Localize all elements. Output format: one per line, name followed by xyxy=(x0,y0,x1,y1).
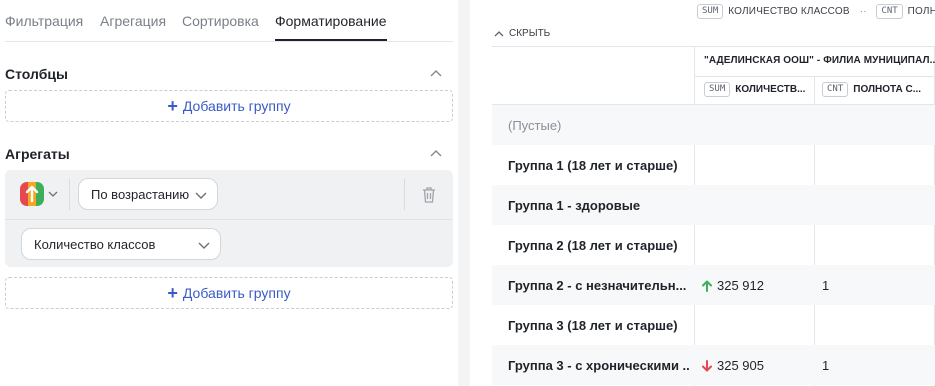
add-column-group-button[interactable]: + Добавить группу xyxy=(5,90,453,122)
tab-aggregation[interactable]: Агрегация xyxy=(100,13,166,29)
sum-cell: 325 905 xyxy=(702,358,764,373)
measure-select[interactable]: Количество классов xyxy=(21,228,221,260)
measure-label: КОЛИЧЕСТВО КЛАССОВ xyxy=(728,6,850,17)
arrow-up-icon xyxy=(702,280,712,292)
cnt-badge: CNT xyxy=(822,82,849,97)
hide-label: СКРЫТЬ xyxy=(509,28,551,39)
settings-tabs: Фильтрация Агрегация Сортировка Форматир… xyxy=(5,0,453,42)
cnt-badge: CNT xyxy=(876,4,903,19)
tab-sorting[interactable]: Сортировка xyxy=(182,13,259,29)
row-label: Группа 3 - с хроническими ... xyxy=(508,358,690,373)
measure-value: Количество классов xyxy=(34,236,156,252)
divider xyxy=(5,219,453,220)
chevron-up-icon xyxy=(494,30,504,36)
table-row[interactable]: Группа 2 (18 лет и старше) xyxy=(492,225,935,265)
settings-panel: Фильтрация Агрегация Сортировка Форматир… xyxy=(0,0,458,386)
pivot-table-preview: SUM КОЛИЧЕСТВО КЛАССОВ ·· CNT ПОЛН СКРЫТ… xyxy=(470,0,935,386)
cnt-value: 1 xyxy=(822,278,830,293)
row-label: Группа 3 (18 лет и старше) xyxy=(508,318,678,333)
sum-badge: SUM xyxy=(697,4,724,19)
table-row[interactable]: Группа 1 - здоровые xyxy=(492,185,935,225)
sum-badge: SUM xyxy=(704,82,731,97)
sum-value: 325 905 xyxy=(717,358,764,373)
chevron-down-icon xyxy=(195,192,207,199)
aggregate-rule-card: По возрастанию Количество классов xyxy=(5,170,453,267)
measure-label: ПОЛН xyxy=(907,6,935,17)
chevron-up-icon[interactable] xyxy=(429,147,443,161)
table-border xyxy=(492,46,935,47)
color-scheme-picker[interactable] xyxy=(19,182,59,206)
columns-section-title: Столбцы xyxy=(5,66,68,82)
column-header-label: ПОЛНОТА С... xyxy=(853,84,922,95)
tab-formatting[interactable]: Форматирование xyxy=(275,13,387,29)
color-scale-icon xyxy=(20,182,44,206)
row-label: Группа 1 - здоровые xyxy=(508,198,641,213)
table-row[interactable]: Группа 3 - с хроническими ... 325 905 1 xyxy=(492,345,935,385)
row-label: Группа 1 (18 лет и старше) xyxy=(508,158,678,173)
measures-bar: SUM КОЛИЧЕСТВО КЛАССОВ ·· CNT ПОЛН xyxy=(697,4,935,19)
table-row[interactable]: (Пустые) xyxy=(492,105,935,145)
row-label: (Пустые) xyxy=(508,118,562,133)
plus-icon: + xyxy=(167,283,178,303)
chevron-down-icon xyxy=(198,242,210,249)
sort-direction-select[interactable]: По возрастанию xyxy=(78,178,218,210)
column-header-sum[interactable]: SUM КОЛИЧЕСТВ... xyxy=(704,82,805,97)
row-label: Группа 2 - с незначительн... xyxy=(508,278,687,293)
chevron-up-icon[interactable] xyxy=(429,67,443,81)
add-group-label: Добавить группу xyxy=(182,285,291,301)
cnt-value: 1 xyxy=(822,358,830,373)
chevron-down-icon xyxy=(48,191,58,197)
row-label: Группа 2 (18 лет и старше) xyxy=(508,238,678,253)
add-aggregate-group-button[interactable]: + Добавить группу xyxy=(5,277,453,309)
plus-icon: + xyxy=(167,96,178,116)
sum-value: 325 912 xyxy=(717,278,764,293)
aggregates-section-title: Агрегаты xyxy=(5,146,70,162)
sort-direction-value: По возрастанию xyxy=(91,186,190,202)
column-group-header[interactable]: "АДЕЛИНСКАЯ ООШ" - ФИЛИА МУНИЦИПАЛ... xyxy=(704,55,935,66)
hide-button[interactable]: СКРЫТЬ xyxy=(494,28,550,39)
column-header-label: КОЛИЧЕСТВ... xyxy=(735,84,806,95)
arrow-down-icon xyxy=(702,359,712,371)
divider xyxy=(404,179,405,210)
trash-icon[interactable] xyxy=(421,186,437,204)
more-icon[interactable]: ·· xyxy=(860,6,867,17)
add-group-label: Добавить группу xyxy=(182,98,291,114)
divider xyxy=(69,179,70,210)
sum-cell: 325 912 xyxy=(702,278,764,293)
tab-filtration[interactable]: Фильтрация xyxy=(5,13,83,29)
header-divider xyxy=(694,76,935,77)
table-row[interactable]: Группа 1 (18 лет и старше) xyxy=(492,145,935,185)
panel-divider[interactable] xyxy=(458,0,470,386)
table-row[interactable]: Группа 3 (18 лет и старше) xyxy=(492,305,935,345)
column-header-cnt[interactable]: CNT ПОЛНОТА С... xyxy=(822,82,921,97)
active-tab-indicator xyxy=(275,39,387,41)
table-row[interactable]: Группа 2 - с незначительн... 325 912 1 xyxy=(492,265,935,305)
